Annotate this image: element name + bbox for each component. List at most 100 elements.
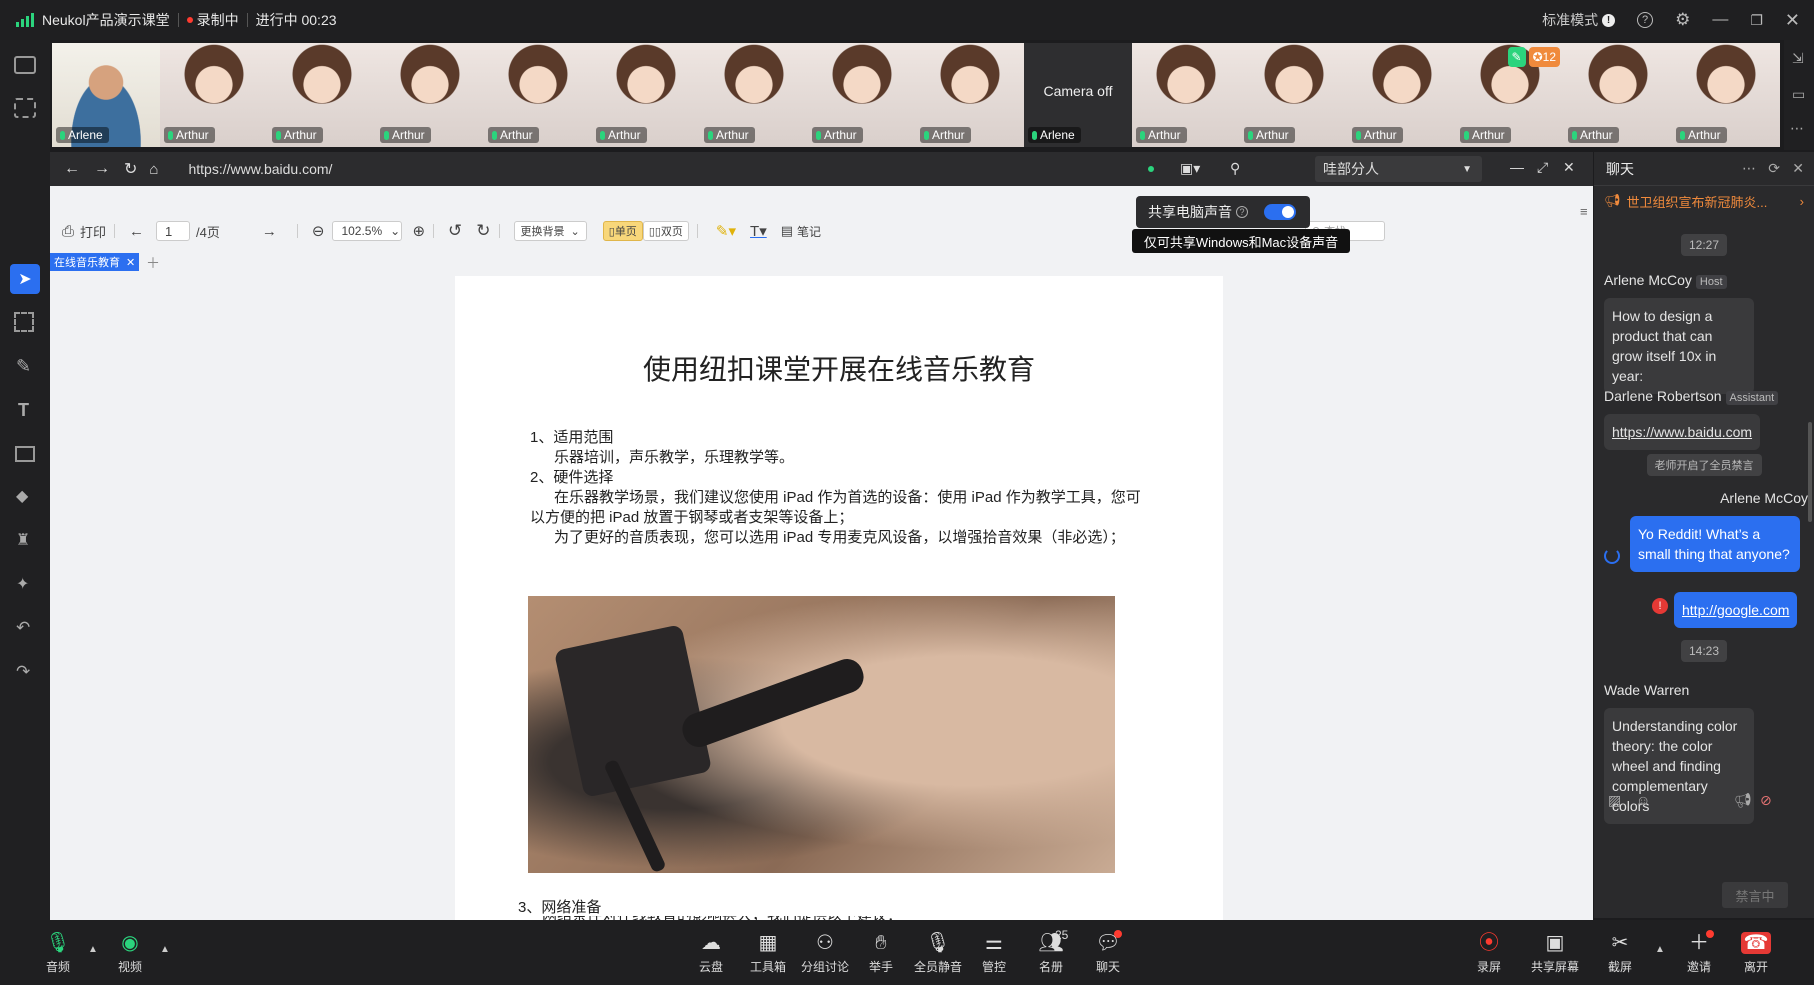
print-icon[interactable]: ⎙ <box>62 223 74 240</box>
video-tile[interactable]: Arthur <box>1132 43 1240 147</box>
emoji-icon[interactable]: ☺ <box>1636 792 1650 808</box>
minimize-panel-icon[interactable]: — <box>1510 159 1524 175</box>
text-color-icon[interactable]: T▾ <box>750 222 767 240</box>
pen-tool-icon[interactable]: ✎ <box>16 356 31 377</box>
leave-button[interactable]: ☎ 离开 <box>1728 932 1784 975</box>
screenshot-button[interactable]: ✂ 截屏 <box>1592 932 1648 975</box>
rotate-left-icon[interactable]: ↺ <box>448 221 462 241</box>
audio-button[interactable]: 🎙︎ 音频 <box>30 932 86 975</box>
toolbox-button[interactable]: ▦ 工具箱 <box>740 932 796 975</box>
share-screen-icon[interactable]: ▣▾ <box>1180 160 1200 177</box>
notes-icon[interactable]: ▤ <box>781 223 793 239</box>
image-icon[interactable]: ▨ <box>1608 792 1621 809</box>
share-screen-button[interactable]: ▣ 共享屏幕 <box>1527 932 1583 975</box>
video-tile[interactable]: Arthur <box>1348 43 1456 147</box>
mode-selector[interactable]: 标准模式 ! <box>1542 10 1616 30</box>
url-field[interactable]: https://www.baidu.com/ <box>188 161 332 177</box>
zoom-out-icon[interactable]: ⊖ <box>312 222 325 240</box>
more-icon[interactable]: ⋯ <box>1790 120 1804 137</box>
doc-menu-icon[interactable]: ≡ <box>1580 204 1588 219</box>
help-icon[interactable]: ? <box>1637 12 1654 28</box>
expand-icon[interactable]: ⇲ <box>1792 50 1804 67</box>
settings-icon[interactable]: ⚙ <box>1675 10 1690 30</box>
undo-icon[interactable]: ↶ <box>16 618 30 638</box>
message-link[interactable]: https://www.baidu.com <box>1604 414 1761 450</box>
chat-refresh-icon[interactable]: ⟳ <box>1768 160 1780 177</box>
video-tile[interactable]: Arthur <box>808 43 916 147</box>
close-icon[interactable]: ✕ <box>1785 10 1800 31</box>
doc-tab[interactable]: 在线音乐教育 ✕ <box>50 253 140 271</box>
chat-button[interactable]: 💬︎ 聊天 <box>1080 932 1136 975</box>
video-tile[interactable]: Arthur <box>484 43 592 147</box>
error-icon[interactable]: ! <box>1652 598 1668 614</box>
video-tile[interactable]: Arthur <box>916 43 1024 147</box>
share-audio-toggle[interactable] <box>1264 204 1296 220</box>
video-tile[interactable]: Arlene <box>52 43 160 147</box>
chat-panel-icon[interactable] <box>14 56 36 74</box>
image-tool-icon[interactable] <box>15 446 35 462</box>
announce-icon[interactable]: 📢︎ <box>1734 792 1752 809</box>
highlighter-icon[interactable]: ✎▾ <box>716 222 736 240</box>
close-panel-icon[interactable]: ✕ <box>1563 159 1575 176</box>
announcement-bar[interactable]: 📢︎ 世卫组织宣布新冠肺炎... › <box>1594 186 1814 216</box>
chat-close-icon[interactable]: ✕ <box>1792 160 1804 177</box>
cloud-drive-button[interactable]: ☁ 云盘 <box>683 932 739 975</box>
record-button[interactable]: ⦿ 录屏 <box>1461 932 1517 975</box>
video-tile[interactable]: Arthur <box>160 43 268 147</box>
breakout-button[interactable]: ⚇ 分组讨论 <box>797 932 853 975</box>
prev-page-icon[interactable]: ← <box>129 223 144 240</box>
notes-button[interactable]: 笔记 <box>797 223 821 240</box>
mute-all-button[interactable]: 🎙︎ 全员静音 <box>910 932 966 975</box>
roster-button[interactable]: 👥︎ 名册 <box>1023 932 1079 975</box>
video-tile[interactable]: Arthur <box>376 43 484 147</box>
background-select[interactable]: 更换背景 ⌄ <box>513 221 587 241</box>
pointer-tool-icon[interactable]: ➤ <box>10 264 40 294</box>
video-tile[interactable]: ✎ ✪ 12 Arthur <box>1456 43 1564 147</box>
video-tile[interactable]: Arthur <box>1564 43 1672 147</box>
eraser-tool-icon[interactable]: ◆ <box>16 486 28 506</box>
chat-more-icon[interactable]: ⋯ <box>1742 160 1756 177</box>
audio-options-icon[interactable]: ▲ <box>88 944 98 955</box>
double-page-button[interactable]: ▯▯ 双页 <box>642 221 689 241</box>
reload-icon[interactable]: ↻ <box>124 159 137 179</box>
screenshot-options-icon[interactable]: ▲ <box>1655 944 1665 955</box>
page-input[interactable]: 1 <box>156 221 191 241</box>
raise-hand-button[interactable]: ✋︎ 举手 <box>853 932 909 975</box>
stamp-tool-icon[interactable]: ♜ <box>16 530 30 550</box>
my-message-link[interactable]: http://google.com <box>1674 592 1798 628</box>
fullscreen-icon[interactable]: ⤢ <box>1537 159 1548 176</box>
mute-chat-icon[interactable]: ⊘ <box>1760 792 1772 809</box>
rotate-right-icon[interactable]: ↻ <box>476 221 490 241</box>
zoom-in-icon[interactable]: ⊕ <box>412 222 425 240</box>
screen-capture-icon[interactable] <box>14 98 36 118</box>
add-tab-icon[interactable]: ＋ <box>146 253 160 273</box>
video-tile[interactable]: Arthur <box>1672 43 1780 147</box>
home-icon[interactable]: ⌂ <box>149 161 158 178</box>
restore-icon[interactable]: ❐ <box>1750 12 1763 29</box>
video-tile[interactable]: Camera off Arlene <box>1024 43 1132 147</box>
video-button[interactable]: ◉ 视频 <box>102 932 158 975</box>
video-tile[interactable]: Arthur <box>700 43 808 147</box>
invite-button[interactable]: ＋邀请 <box>1671 932 1727 975</box>
minimize-icon[interactable]: — <box>1712 11 1728 29</box>
chat-scrollbar[interactable] <box>1808 422 1812 522</box>
back-icon[interactable]: ← <box>64 160 80 178</box>
group-select[interactable]: 哇部分人 ▼ <box>1315 156 1482 182</box>
send-button[interactable]: 禁言中 <box>1722 882 1788 908</box>
video-tile[interactable]: Arthur <box>268 43 376 147</box>
control-button[interactable]: ⚌ 管控 <box>966 932 1022 975</box>
single-page-button[interactable]: ▯ 单页 <box>602 221 643 241</box>
zoom-select[interactable]: 102.5% ⌄ <box>332 221 403 241</box>
video-tile[interactable]: Arthur <box>1240 43 1348 147</box>
text-tool-icon[interactable]: T <box>18 400 29 421</box>
magic-wand-icon[interactable]: ✦ <box>16 574 29 594</box>
next-page-icon[interactable]: → <box>262 223 277 240</box>
select-tool-icon[interactable] <box>14 312 34 332</box>
redo-icon[interactable]: ↷ <box>16 662 30 682</box>
layout-icon[interactable]: ▭ <box>1792 86 1805 103</box>
forward-icon[interactable]: → <box>94 160 110 178</box>
annotate-icon[interactable]: ⚲ <box>1230 160 1240 177</box>
video-options-icon[interactable]: ▲ <box>160 944 170 955</box>
print-button[interactable]: 打印 <box>80 222 106 241</box>
video-tile[interactable]: Arthur <box>592 43 700 147</box>
